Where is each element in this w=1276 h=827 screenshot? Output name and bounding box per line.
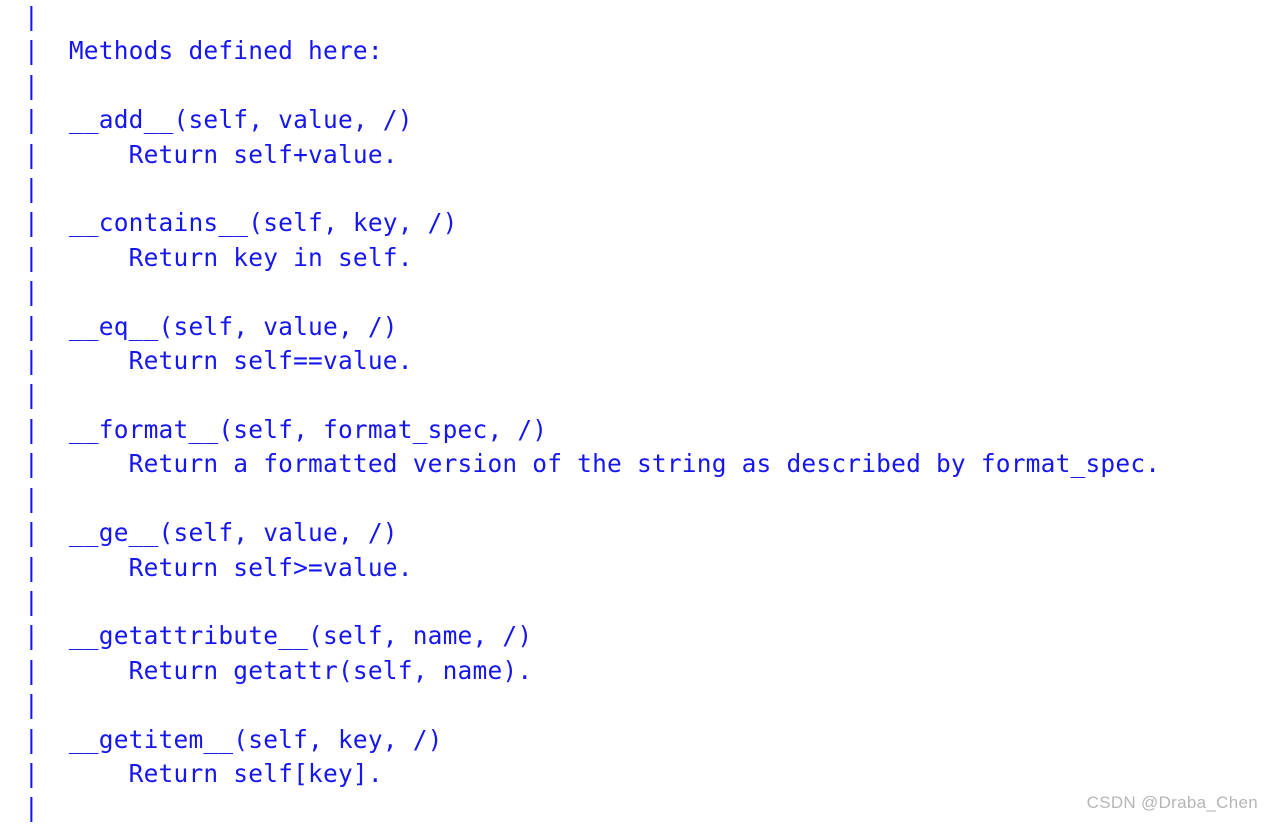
help-output: | | Methods defined here: | | __add__(se…: [0, 0, 1276, 826]
watermark-text: CSDN @Draba_Chen: [1087, 793, 1258, 813]
